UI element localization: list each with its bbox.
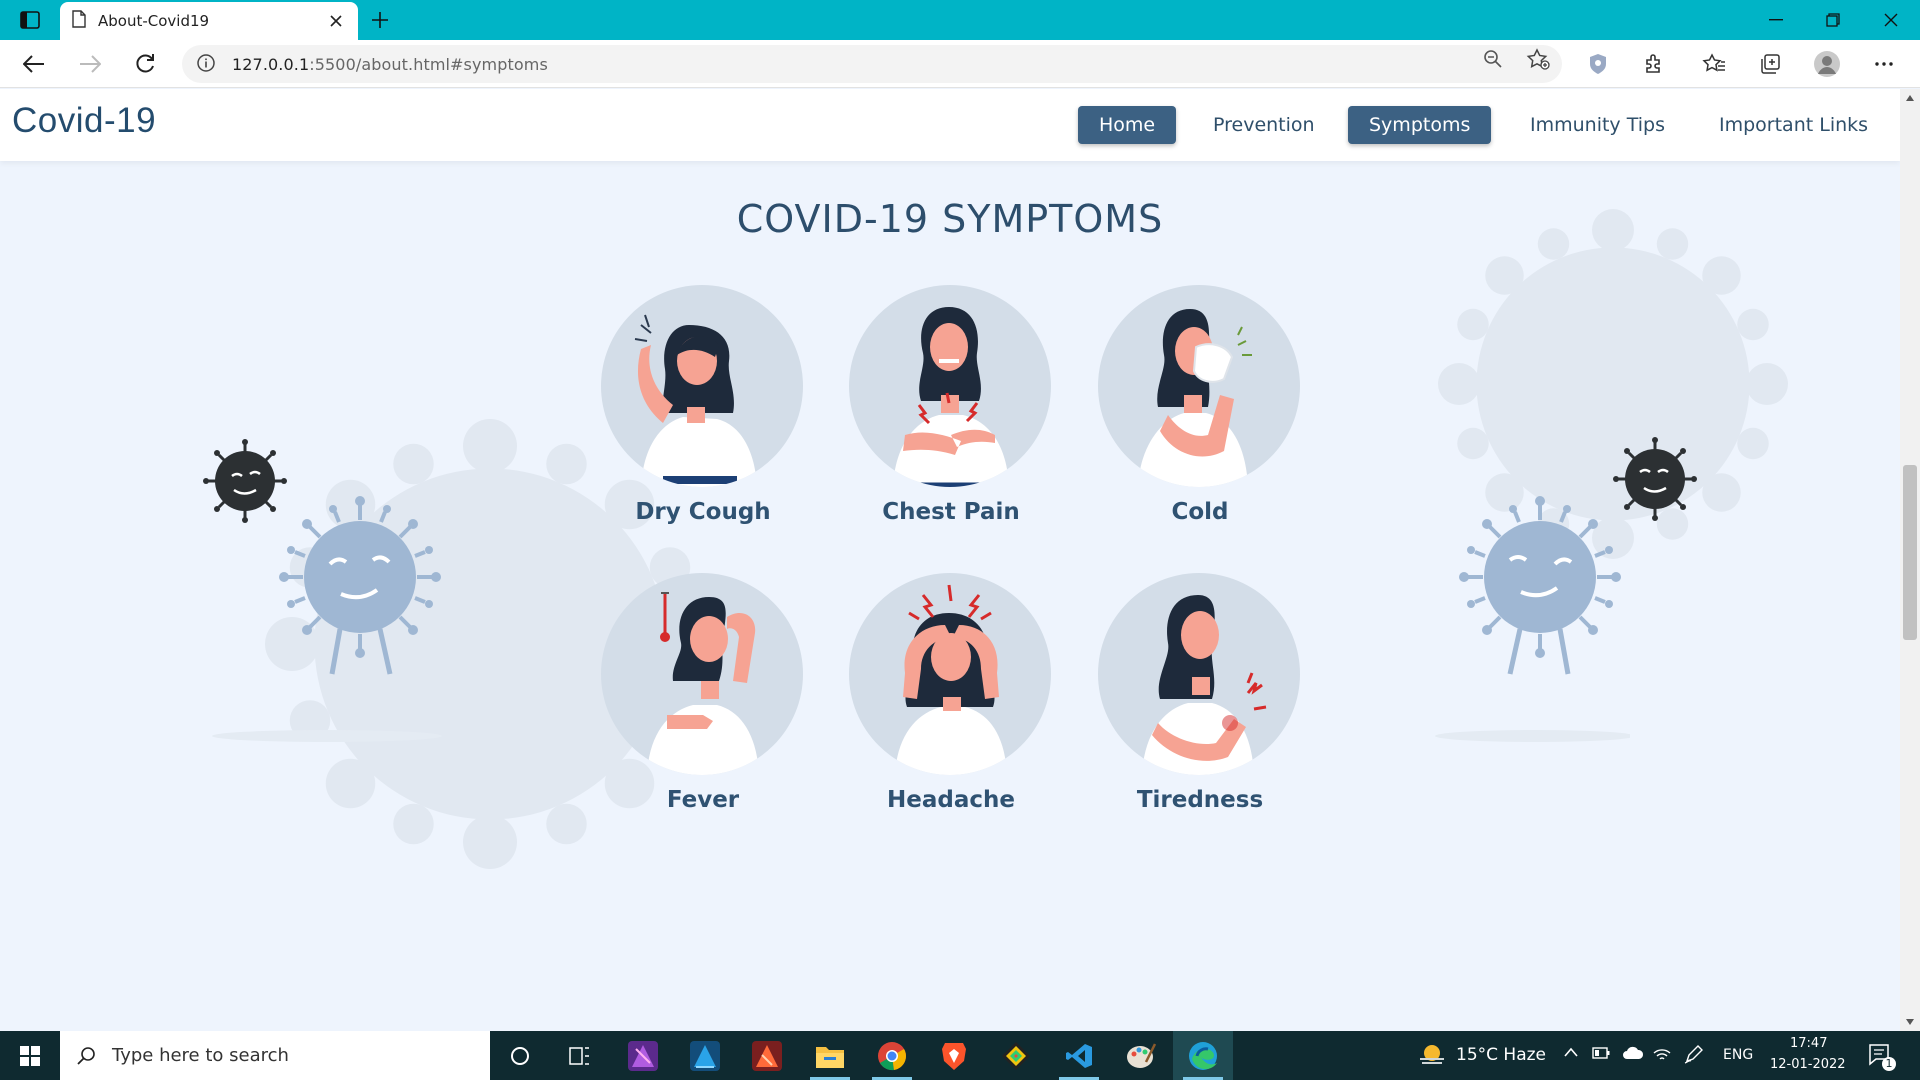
section-title: COVID-19 SYMPTOMS (736, 197, 1164, 241)
favorites-icon[interactable] (1700, 50, 1728, 78)
tab-title: About-Covid19 (98, 12, 210, 30)
file-explorer-icon[interactable] (800, 1031, 860, 1080)
cold-illustration (1098, 285, 1300, 487)
web-page: Covid-19 Home Prevention Symptoms Immuni… (0, 89, 1900, 1031)
affinity-designer-icon[interactable] (675, 1031, 735, 1080)
clock-date[interactable]: 12-01-2022 (1770, 1057, 1846, 1072)
weather-text[interactable]: 15°C Haze (1456, 1045, 1546, 1065)
collections-icon[interactable] (1756, 50, 1784, 78)
nav-immunity-tips[interactable]: Immunity Tips (1509, 106, 1686, 144)
scroll-thumb[interactable] (1903, 465, 1917, 640)
browser-toolbar: 127.0.0.1:5500/about.html#symptoms (0, 40, 1920, 88)
windows-taskbar: Type here to search 15°C Haze ENG 17:47 … (0, 1031, 1920, 1080)
close-window-icon[interactable] (1871, 6, 1911, 34)
address-field[interactable]: 127.0.0.1:5500/about.html#symptoms (182, 45, 1562, 83)
search-icon (76, 1046, 96, 1066)
add-favorite-icon[interactable] (1526, 48, 1550, 70)
site-navbar: Covid-19 Home Prevention Symptoms Immuni… (0, 89, 1900, 161)
windows-start-icon[interactable] (0, 1031, 60, 1080)
git-app-icon[interactable] (986, 1031, 1046, 1080)
wifi-icon[interactable] (1653, 1045, 1671, 1061)
affinity-photo-icon[interactable] (613, 1031, 673, 1080)
paint-icon[interactable] (1111, 1031, 1171, 1080)
brave-icon[interactable] (924, 1031, 984, 1080)
nav-home[interactable]: Home (1078, 106, 1177, 144)
notification-count-badge: 1 (1882, 1057, 1896, 1071)
weather-haze-icon[interactable] (1418, 1043, 1446, 1067)
symptom-label: Cold (1171, 499, 1229, 525)
chrome-icon[interactable] (862, 1031, 922, 1080)
edge-icon[interactable] (1173, 1031, 1233, 1080)
reload-icon[interactable] (127, 48, 163, 80)
profile-avatar-icon[interactable] (1813, 50, 1841, 78)
search-placeholder: Type here to search (112, 1045, 289, 1066)
clock-time[interactable]: 17:47 (1790, 1036, 1827, 1051)
url-text: 127.0.0.1:5500/about.html#symptoms (232, 54, 548, 74)
forward-arrow-icon[interactable] (72, 48, 108, 80)
nav-symptoms[interactable]: Symptoms (1348, 106, 1492, 144)
blue-virus-character-icon (212, 496, 442, 742)
battery-icon[interactable] (1592, 1047, 1610, 1059)
symptom-label: Dry Cough (635, 499, 771, 525)
shield-extension-icon[interactable] (1584, 50, 1612, 78)
symptom-label: Chest Pain (882, 499, 1020, 525)
symptom-label: Headache (887, 787, 1015, 813)
nav-important-links[interactable]: Important Links (1698, 106, 1889, 144)
fever-illustration (601, 573, 803, 775)
headache-illustration (849, 573, 1051, 775)
scroll-down-icon[interactable] (1903, 1016, 1917, 1028)
page-icon (72, 10, 86, 32)
symptom-label: Fever (666, 787, 740, 813)
chest-pain-illustration (849, 285, 1051, 487)
language-indicator[interactable]: ENG (1723, 1047, 1753, 1063)
back-arrow-icon[interactable] (16, 48, 52, 80)
restore-icon[interactable] (1813, 6, 1853, 34)
close-tab-icon[interactable] (326, 11, 346, 31)
site-info-icon[interactable] (196, 53, 216, 77)
more-menu-icon[interactable] (1870, 50, 1898, 78)
onedrive-cloud-icon[interactable] (1622, 1046, 1644, 1060)
extensions-icon[interactable] (1640, 50, 1668, 78)
blue-virus-character-right-icon (1435, 496, 1630, 742)
cortana-icon[interactable] (490, 1031, 550, 1080)
vscode-icon[interactable] (1049, 1031, 1109, 1080)
minimize-icon[interactable] (1756, 6, 1796, 34)
browser-titlebar: About-Covid19 (0, 0, 1920, 40)
task-view-icon[interactable] (550, 1031, 610, 1080)
dry-cough-illustration (601, 285, 803, 487)
taskbar-search[interactable]: Type here to search (60, 1031, 490, 1080)
pen-icon[interactable] (1684, 1044, 1704, 1064)
browser-tab[interactable]: About-Covid19 (60, 2, 358, 40)
nav-prevention[interactable]: Prevention (1192, 106, 1336, 144)
site-logo[interactable]: Covid-19 (12, 101, 156, 141)
new-tab-icon[interactable] (366, 6, 394, 34)
tab-actions-icon[interactable] (14, 8, 46, 32)
scroll-up-icon[interactable] (1903, 92, 1917, 104)
symptom-label: Tiredness (1136, 787, 1264, 813)
show-hidden-icons-icon[interactable] (1564, 1047, 1578, 1057)
affinity-publisher-icon[interactable] (737, 1031, 797, 1080)
zoom-icon[interactable] (1481, 48, 1505, 70)
tiredness-illustration (1098, 573, 1300, 775)
